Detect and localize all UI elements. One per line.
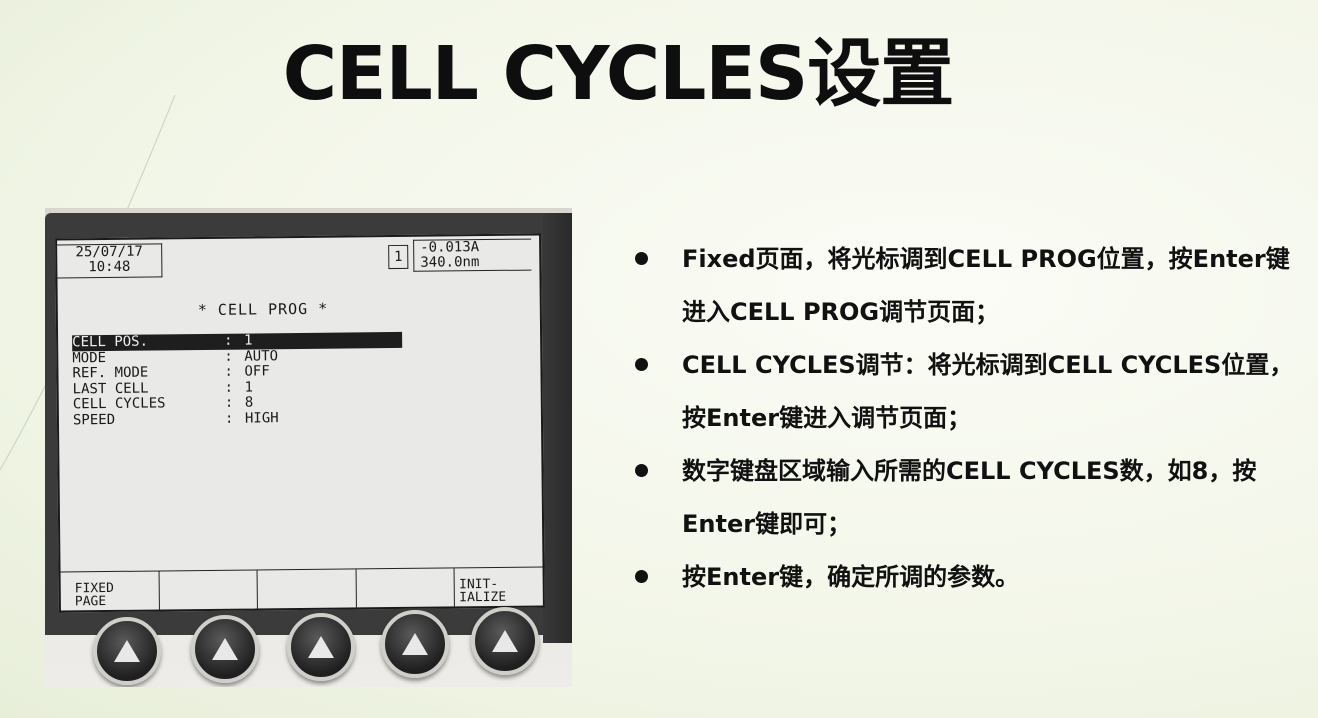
- page-number: 1: [388, 244, 409, 270]
- datetime-box: 25/07/17 10:48: [57, 243, 163, 279]
- instruction-text: CELL CYCLES调节：将光标调到CELL CYCLES位置，按Enter键…: [682, 351, 1294, 432]
- setting-value: HIGH: [244, 409, 279, 427]
- setting-separator: :: [224, 379, 234, 396]
- device-bezel-edge: [543, 213, 572, 643]
- setting-separator: :: [224, 394, 234, 411]
- instruction-text: 按Enter键，确定所调的参数。: [682, 563, 1020, 591]
- instruction-item: Fixed页面，将光标调到CELL PROG位置，按Enter键进入CELL P…: [630, 233, 1298, 339]
- up-arrow-icon: [402, 633, 428, 655]
- softkey-button-2[interactable]: [191, 615, 259, 683]
- bullet-dot-icon: [635, 464, 648, 477]
- softkey-4[interactable]: [356, 568, 456, 608]
- bullet-dot-icon: [635, 358, 648, 371]
- setting-label: CELL POS.: [72, 333, 149, 351]
- setting-label: REF. MODE: [72, 364, 149, 382]
- setting-separator: :: [224, 410, 234, 427]
- setting-row-speed[interactable]: SPEED : HIGH: [73, 409, 403, 428]
- bullet-dot-icon: [635, 570, 648, 583]
- instruction-text: 数字键盘区域输入所需的CELL CYCLES数，如8，按Enter键即可；: [682, 457, 1257, 538]
- setting-separator: :: [224, 363, 233, 380]
- up-arrow-icon: [212, 638, 238, 660]
- setting-value: AUTO: [244, 347, 279, 365]
- setting-value: 1: [244, 378, 254, 396]
- up-arrow-icon: [114, 640, 140, 662]
- softkey-initialize[interactable]: INIT- IALIZE: [455, 567, 543, 606]
- instruction-list: Fixed页面，将光标调到CELL PROG位置，按Enter键进入CELL P…: [630, 233, 1298, 604]
- wavelength-value: 340.0nm: [420, 254, 480, 271]
- instruction-item: 数字键盘区域输入所需的CELL CYCLES数，如8，按Enter键即可；: [630, 445, 1298, 551]
- setting-separator: :: [224, 332, 233, 349]
- up-arrow-icon: [492, 630, 518, 652]
- setting-value: OFF: [244, 363, 270, 380]
- softkey-button-4[interactable]: [381, 610, 449, 678]
- screen-heading: * CELL PROG *: [197, 299, 329, 320]
- softkey-button-1[interactable]: [93, 617, 161, 685]
- bullet-dot-icon: [635, 252, 648, 265]
- softkey-button-3[interactable]: [287, 613, 355, 681]
- hardware-button-row: [45, 603, 572, 687]
- instruction-item: 按Enter键，确定所调的参数。: [630, 551, 1298, 604]
- setting-separator: :: [224, 348, 233, 365]
- slide-title: CELL CYCLES设置: [282, 31, 955, 117]
- setting-label: SPEED: [72, 411, 116, 428]
- instruction-text: Fixed页面，将光标调到CELL PROG位置，按Enter键进入CELL P…: [682, 245, 1290, 326]
- instruction-item: CELL CYCLES调节：将光标调到CELL CYCLES位置，按Enter键…: [630, 339, 1298, 445]
- up-arrow-icon: [308, 636, 334, 658]
- settings-list: CELL POS. : 1 MODE : AUTO REF. MODE : OF…: [72, 331, 403, 428]
- setting-value: 1: [244, 332, 253, 349]
- setting-value: 8: [244, 394, 254, 411]
- setting-label: MODE: [72, 349, 107, 366]
- setting-label: CELL CYCLES: [72, 395, 166, 413]
- time-text: 10:48: [88, 258, 131, 276]
- measurement-readout: -0.013A 340.0nm: [413, 238, 532, 272]
- device-photo: 25/07/17 10:48 1 -0.013A 340.0nm * CELL …: [45, 208, 572, 687]
- softkey-button-5[interactable]: [471, 607, 539, 675]
- device-lcd-screen: 25/07/17 10:48 1 -0.013A 340.0nm * CELL …: [55, 233, 545, 613]
